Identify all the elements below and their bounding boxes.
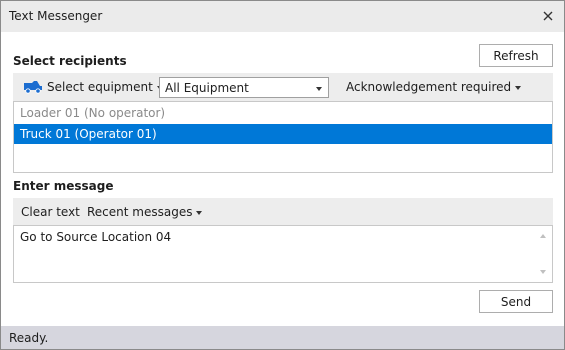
clear-text-label: Clear text xyxy=(21,205,80,219)
acknowledgement-dropdown[interactable]: Acknowledgement required xyxy=(346,73,522,101)
close-button[interactable] xyxy=(536,5,560,27)
send-button[interactable]: Send xyxy=(479,290,553,313)
select-equipment-dropdown[interactable]: Select equipment xyxy=(23,73,163,101)
equipment-filter-value: All Equipment xyxy=(165,81,249,95)
title-bar: Text Messenger xyxy=(1,1,564,32)
message-heading: Enter message xyxy=(13,179,114,193)
recent-messages-dropdown[interactable]: Recent messages xyxy=(87,198,203,226)
truck-icon xyxy=(24,81,42,94)
recipients-list[interactable]: Loader 01 (No operator) Truck 01 (Operat… xyxy=(13,101,553,173)
scroll-up-icon[interactable] xyxy=(540,234,546,238)
clear-text-button[interactable]: Clear text xyxy=(21,198,80,226)
acknowledgement-label: Acknowledgement required xyxy=(346,80,512,94)
recipients-toolbar: Select equipment All Equipment Acknowled… xyxy=(13,73,553,101)
message-scrollbar[interactable] xyxy=(535,226,552,282)
recent-messages-label: Recent messages xyxy=(87,205,193,219)
scroll-down-icon[interactable] xyxy=(540,270,546,274)
chevron-down-icon xyxy=(316,87,322,91)
window-title: Text Messenger xyxy=(9,9,103,23)
list-item: Loader 01 (No operator) xyxy=(20,106,166,120)
list-item[interactable]: Truck 01 (Operator 01) xyxy=(14,124,552,144)
chevron-down-icon xyxy=(515,85,522,90)
message-text: Go to Source Location 04 xyxy=(20,230,172,244)
close-icon xyxy=(543,11,553,21)
chevron-down-icon xyxy=(196,210,203,215)
select-equipment-label: Select equipment xyxy=(47,80,153,94)
message-toolbar: Clear text Recent messages xyxy=(13,198,553,226)
status-text: Ready. xyxy=(9,331,49,345)
recipients-heading: Select recipients xyxy=(13,54,127,68)
refresh-button[interactable]: Refresh xyxy=(479,44,553,67)
message-input[interactable]: Go to Source Location 04 xyxy=(13,225,553,283)
equipment-filter-select[interactable]: All Equipment xyxy=(159,77,329,98)
status-bar: Ready. xyxy=(1,326,564,349)
text-messenger-window: Text Messenger Select recipients Refresh… xyxy=(0,0,565,350)
